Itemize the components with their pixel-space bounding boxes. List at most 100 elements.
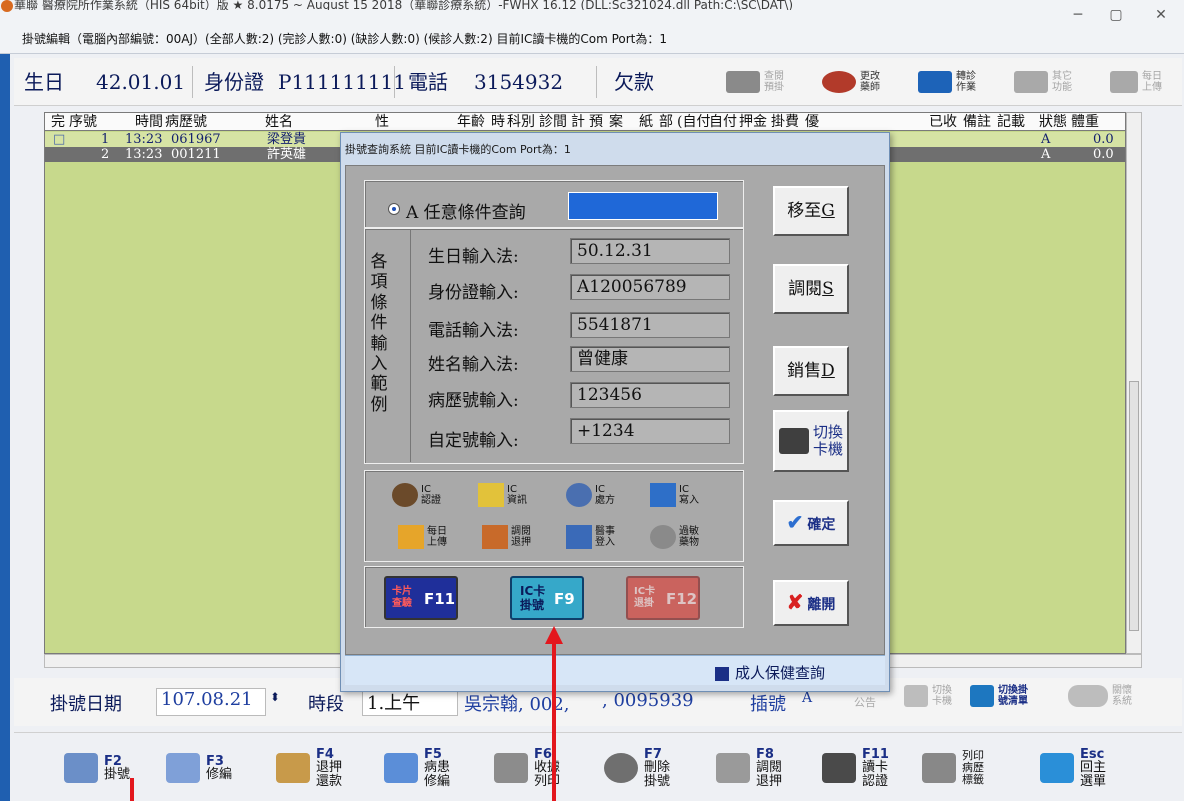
phone-value[interactable]: 3154932: [474, 66, 563, 98]
birthday-value[interactable]: 42.01.01: [96, 66, 185, 98]
column-header[interactable]: 姓名: [265, 113, 293, 131]
pharmacist-button[interactable]: 更改 藥師: [822, 68, 886, 96]
column-header[interactable]: 已收: [929, 113, 957, 131]
maximize-button[interactable]: ▢: [1101, 6, 1131, 24]
hotkey: G: [821, 201, 835, 221]
care-system-button[interactable]: 關懷 系統: [1068, 682, 1138, 710]
card-info-icon: [478, 483, 504, 507]
key-label: F8: [756, 746, 774, 762]
column-header[interactable]: 性: [375, 113, 389, 131]
vertical-scrollbar[interactable]: [1126, 112, 1142, 654]
review-button[interactable]: 調閱S: [773, 264, 849, 314]
id-label: 身份證: [204, 70, 264, 94]
column-header[interactable]: 押金: [739, 113, 767, 131]
row-weight: 0.0: [1093, 132, 1114, 147]
column-header[interactable]: 完: [51, 113, 65, 131]
f4-refund-button[interactable]: F4 退押 還款: [276, 743, 342, 793]
column-header[interactable]: 病歷號: [165, 113, 207, 131]
ic-register-f9-button[interactable]: IC卡 掛號 F9: [510, 576, 584, 620]
column-header[interactable]: 案: [609, 113, 623, 131]
card-verify-f11-button[interactable]: 卡片 查驗 F11: [384, 576, 458, 620]
review-icon: [482, 525, 508, 549]
scrollbar-thumb[interactable]: [1129, 381, 1139, 631]
ic-cancel-f12-button[interactable]: IC卡 退掛 F12: [626, 576, 700, 620]
daily-upload-button[interactable]: 每日 上傳: [398, 522, 447, 552]
period-select[interactable]: 1.上午: [362, 688, 458, 716]
column-header[interactable]: 時間: [135, 113, 163, 131]
switch-list-label: 切換掛 號清單: [998, 685, 1028, 707]
review-refund-button[interactable]: 調閱 退押: [482, 522, 531, 552]
insert-value[interactable]: A: [802, 690, 812, 706]
adult-health-query[interactable]: 成人保健查詢: [715, 662, 825, 683]
ic-label: 醫事 登入: [595, 526, 615, 548]
column-header[interactable]: 體重: [1071, 113, 1099, 131]
f6-receipt-button[interactable]: F6 收據 列印: [494, 743, 560, 793]
example-value: A120056789: [570, 274, 730, 300]
key-label: F5: [424, 746, 442, 762]
key-label: F6: [534, 746, 552, 762]
minimize-button[interactable]: ─: [1063, 6, 1093, 24]
column-header[interactable]: 紙: [639, 113, 653, 131]
app-title: 華聯 醫療院所作業系統（HIS 64bit）版 ★ 8.0175 ~ Augus…: [14, 0, 794, 10]
referral-button[interactable]: 轉診 作業: [918, 68, 982, 96]
f3-edit-button[interactable]: F3 修編: [166, 743, 232, 793]
esc-main-menu-button[interactable]: Esc 回主 選單: [1040, 743, 1106, 793]
column-header[interactable]: 序號: [69, 113, 97, 131]
status-text: 成人保健查詢: [735, 664, 826, 682]
leave-button[interactable]: ✘ 離開: [773, 580, 849, 626]
switch-list-button[interactable]: 切換掛 號清單: [970, 682, 1038, 710]
f2-register-button[interactable]: F2 掛號: [64, 743, 130, 793]
column-header[interactable]: 時: [491, 113, 505, 131]
sales-button[interactable]: 銷售D: [773, 346, 849, 396]
row-number: 1: [101, 132, 110, 147]
ic-prescription-button[interactable]: IC 處方: [566, 480, 615, 510]
key-label: Esc: [1080, 746, 1105, 762]
radio-button[interactable]: [388, 203, 400, 215]
f5-patient-edit-button[interactable]: F5 病患 修編: [384, 743, 450, 793]
move-to-button[interactable]: 移至G: [773, 186, 849, 236]
fkey-label: 回主 選單: [1080, 759, 1107, 789]
reader-icon: [904, 685, 928, 707]
query-input[interactable]: [568, 192, 718, 220]
button-label: 卡片 查驗: [392, 586, 412, 609]
fkey-label: 病患 修編: [424, 759, 451, 789]
column-header[interactable]: 自付: [709, 113, 737, 131]
date-spinner-icon[interactable]: ⬍: [270, 690, 280, 704]
column-header[interactable]: 備註: [963, 113, 991, 131]
id-value[interactable]: P111111111: [278, 66, 406, 98]
allergy-drug-button[interactable]: 過敏 藥物: [650, 522, 699, 552]
medical-login-button[interactable]: 醫事 登入: [566, 522, 615, 552]
f11-card-auth-button[interactable]: F11 讀卡 認證: [822, 743, 889, 793]
calendar-button[interactable]: 查閱 預掛: [726, 68, 790, 96]
daily-upload-button[interactable]: 每日 上傳: [1110, 68, 1168, 96]
switch-reader-button[interactable]: 切換 卡機: [904, 682, 958, 710]
fkey-label: 退押 還款: [316, 759, 343, 789]
f8-review-button[interactable]: F8 調閱 退押: [716, 743, 782, 793]
column-header[interactable]: 部: [659, 113, 673, 131]
switch-card-reader-button[interactable]: 切換 卡機: [773, 410, 849, 472]
date-input[interactable]: 107.08.21: [156, 688, 266, 716]
notice-button[interactable]: 公告: [854, 694, 876, 710]
column-header[interactable]: 優: [805, 113, 819, 131]
ic-write-button[interactable]: IC 寫入: [650, 480, 699, 510]
confirm-button[interactable]: ✔ 確定: [773, 500, 849, 546]
ic-auth-button[interactable]: IC 認證: [392, 480, 441, 510]
column-header[interactable]: 掛費: [771, 113, 799, 131]
f7-delete-button[interactable]: F7 刪除 掛號: [604, 743, 670, 793]
x-icon: ✘: [786, 592, 804, 614]
column-header[interactable]: 記載: [997, 113, 1025, 131]
other-functions-button[interactable]: 其它 功能: [1014, 68, 1078, 96]
column-header[interactable]: 預: [589, 113, 603, 131]
print-label-button[interactable]: 列印 病歷 標籤: [922, 743, 984, 793]
done-checkbox[interactable]: □: [53, 132, 65, 147]
close-button[interactable]: ✕: [1146, 6, 1176, 24]
column-header[interactable]: 診間: [539, 113, 567, 131]
column-header[interactable]: 計: [571, 113, 585, 131]
column-header[interactable]: 科別: [507, 113, 535, 131]
column-header[interactable]: (自付: [677, 113, 710, 131]
column-header[interactable]: 狀態: [1039, 113, 1067, 131]
example-value: 50.12.31: [570, 238, 730, 264]
column-header[interactable]: 年齡: [457, 113, 485, 131]
ic-label: IC 處方: [595, 484, 615, 506]
ic-info-button[interactable]: IC 資訊: [478, 480, 527, 510]
